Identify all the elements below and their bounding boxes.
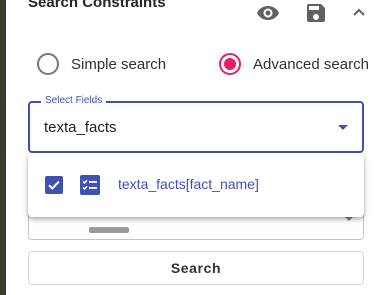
panel-title: Search Constraints <box>28 0 166 11</box>
select-fields-value: texta_facts <box>44 119 117 136</box>
search-button[interactable]: Search <box>28 251 364 285</box>
radio-checked-icon[interactable] <box>219 53 241 75</box>
menu-option-label: texta_facts[fact_name] <box>118 176 259 192</box>
simple-search-radio[interactable]: Simple search <box>37 51 166 77</box>
checkbox-checked-icon[interactable] <box>45 176 63 194</box>
fact-list-icon <box>79 175 101 195</box>
save-icon[interactable] <box>304 1 328 25</box>
chevron-up-icon[interactable] <box>347 1 371 25</box>
select-fields-dropdown[interactable]: Select Fields texta_facts <box>28 95 364 153</box>
advanced-search-label: Advanced search <box>253 55 369 73</box>
chevron-down-icon <box>345 217 353 221</box>
dropdown-arrow-icon[interactable] <box>338 125 348 130</box>
simple-search-label: Simple search <box>71 55 167 73</box>
select-fields-label: Select Fields <box>41 95 107 107</box>
advanced-search-radio[interactable]: Advanced search <box>219 51 369 77</box>
radio-unchecked-icon[interactable] <box>37 53 59 75</box>
left-panel-edge <box>0 0 6 295</box>
obscured-text <box>89 227 129 233</box>
menu-option[interactable]: texta_facts[fact_name] <box>28 153 364 217</box>
select-fields-menu: texta_facts[fact_name] <box>28 153 364 217</box>
eye-icon[interactable] <box>256 1 280 25</box>
